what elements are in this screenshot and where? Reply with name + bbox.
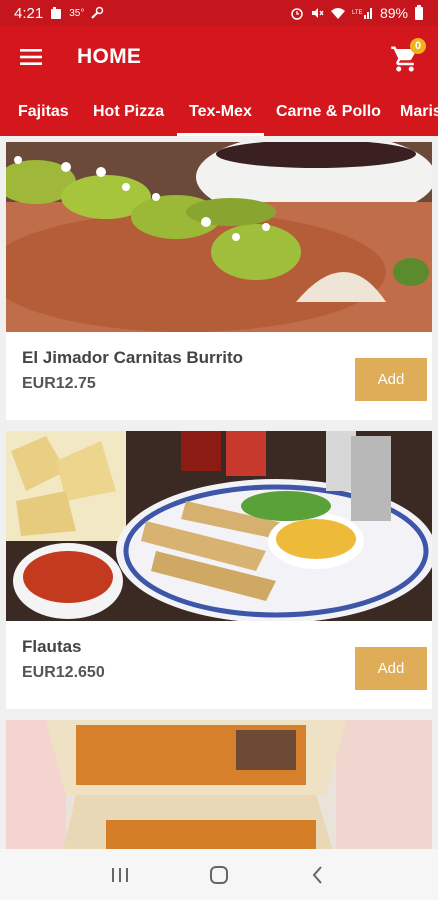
- add-to-cart-button[interactable]: Add: [355, 358, 427, 401]
- cart-button[interactable]: 0: [390, 38, 426, 74]
- back-nav-icon[interactable]: [307, 864, 329, 886]
- product-price: EUR12.650: [22, 664, 105, 681]
- system-nav-bar: [0, 849, 438, 900]
- product-price: EUR12.75: [22, 375, 96, 392]
- product-image-rice-burrito: [6, 720, 432, 849]
- home-nav-icon[interactable]: [208, 864, 230, 886]
- wifi-icon: [330, 8, 345, 19]
- app-bar: HOME 0: [0, 26, 438, 88]
- product-name: Flautas: [22, 637, 82, 656]
- recent-apps-icon[interactable]: [109, 865, 131, 885]
- add-to-cart-button[interactable]: Add: [355, 647, 427, 690]
- product-image-burrito: [6, 142, 432, 332]
- notification-icon: [51, 7, 62, 19]
- status-bar: 4:21 35° LTE 89%: [0, 0, 438, 26]
- menu-icon: [20, 49, 42, 65]
- product-card: Flautas EUR12.650 Add: [6, 431, 432, 709]
- signal-icon: LTE: [352, 8, 372, 19]
- product-name: El Jimador Carnitas Burrito: [22, 348, 244, 367]
- mute-icon: [311, 8, 324, 18]
- battery-percent: 89%: [379, 5, 408, 21]
- menu-button[interactable]: [0, 26, 62, 88]
- product-image-flautas: [6, 431, 432, 621]
- tab-tex-mex[interactable]: Tex-Mex: [177, 88, 264, 136]
- product-card: [6, 720, 432, 849]
- tab-hot-pizza[interactable]: Hot Pizza: [93, 88, 164, 136]
- battery-icon: [415, 5, 423, 20]
- product-card: El Jimador Carnitas Burrito EUR12.75 Add: [6, 142, 432, 420]
- cart-count-badge: 0: [410, 38, 426, 54]
- tab-mariscos[interactable]: Maris: [400, 88, 438, 136]
- product-list[interactable]: El Jimador Carnitas Burrito EUR12.75 Add: [0, 136, 438, 849]
- alarm-icon: [291, 8, 303, 20]
- status-temp: 35°: [69, 7, 85, 19]
- svg-text:LTE: LTE: [352, 10, 363, 16]
- status-time: 4:21: [14, 4, 44, 22]
- tab-fajitas[interactable]: Fajitas: [18, 88, 69, 136]
- category-tabs: Fajitas Hot Pizza Tex-Mex Carne & Pollo …: [0, 88, 438, 136]
- page-title: HOME: [77, 45, 142, 68]
- wrench-icon: [91, 6, 104, 19]
- tab-carne-pollo[interactable]: Carne & Pollo: [276, 88, 381, 136]
